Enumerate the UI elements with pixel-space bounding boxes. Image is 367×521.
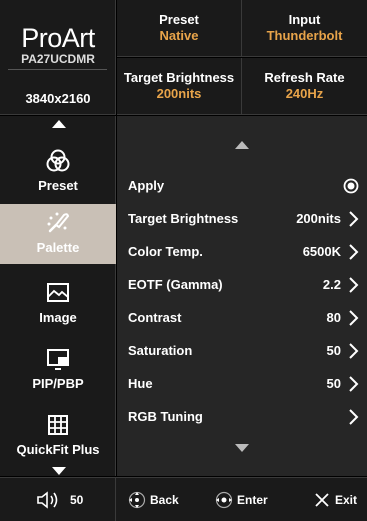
menu-item-color-temp[interactable]: Color Temp. 6500K: [117, 237, 367, 267]
brand-panel: ProArt PA27UCDMR 3840x2160: [0, 0, 116, 115]
menu-item-label: Contrast: [128, 310, 182, 325]
menu-item-label: Target Brightness: [128, 211, 239, 226]
pip-pbp-icon: [47, 349, 69, 370]
image-icon: [47, 283, 69, 302]
osd-menu: ProArt PA27UCDMR 3840x2160 Preset Native…: [0, 0, 367, 521]
volume-value: 50: [70, 493, 84, 507]
quickfit-grid-icon: [48, 415, 68, 435]
info-refresh-rate: Refresh Rate 240Hz: [242, 58, 367, 115]
sidebar-item-image[interactable]: Image: [0, 274, 116, 334]
info-label: Refresh Rate: [264, 70, 345, 85]
menu-item-label: EOTF (Gamma): [128, 277, 223, 292]
enter-label: Enter: [237, 493, 268, 507]
menu-item-value: 50: [326, 343, 341, 358]
info-input: Input Thunderbolt: [242, 0, 367, 57]
menu-item-value: 80: [326, 310, 341, 325]
scroll-down-icon[interactable]: [235, 444, 249, 452]
radio-selected-icon[interactable]: [343, 178, 359, 194]
menu-item-value: 50: [326, 376, 341, 391]
scroll-down-icon[interactable]: [52, 467, 66, 475]
chevron-right-icon: [349, 310, 359, 326]
chevron-right-icon: [349, 409, 359, 425]
chevron-right-icon: [349, 376, 359, 392]
menu-item-hue[interactable]: Hue 50: [117, 369, 367, 399]
model-name: PA27UCDMR: [21, 52, 95, 66]
menu-item-contrast[interactable]: Contrast 80: [117, 303, 367, 333]
joystick-enter-icon: [215, 491, 233, 509]
info-label: Input: [288, 12, 321, 27]
sidebar-item-label: Palette: [36, 240, 80, 255]
back-label: Back: [150, 493, 179, 507]
chevron-right-icon: [349, 343, 359, 359]
brand-logo: ProArt: [21, 23, 95, 53]
menu-item-value: 6500K: [302, 244, 341, 259]
enter-button[interactable]: Enter: [215, 491, 277, 509]
menu-item-label: Apply: [128, 178, 165, 193]
chevron-right-icon: [349, 211, 359, 227]
category-sidebar: Preset Palette Image PIP/PBP QuickFit Pl…: [0, 116, 116, 476]
menu-item-label: Color Temp.: [128, 244, 203, 259]
close-icon: [315, 493, 329, 507]
menu-item-eotf-gamma[interactable]: EOTF (Gamma) 2.2: [117, 270, 367, 300]
info-value: Native: [159, 28, 199, 43]
info-label: Preset: [159, 12, 199, 27]
palette-icon: [47, 212, 70, 233]
sidebar-item-label: Preset: [38, 178, 78, 193]
footer-bar: 50 Back Enter Exit: [0, 477, 367, 521]
sidebar-item-label: QuickFit Plus: [16, 442, 100, 457]
sidebar-item-label: Image: [39, 310, 77, 325]
sidebar-item-pip-pbp[interactable]: PIP/PBP: [0, 340, 116, 400]
divider: [8, 69, 107, 70]
exit-button[interactable]: Exit: [313, 491, 367, 509]
menu-item-label: RGB Tuning: [128, 409, 203, 424]
sidebar-item-preset[interactable]: Preset: [0, 142, 116, 202]
info-value: 200nits: [156, 86, 202, 101]
info-label: Target Brightness: [123, 70, 235, 85]
preset-circles-icon: [46, 149, 70, 172]
volume-control[interactable]: 50: [0, 478, 116, 521]
menu-item-value: 2.2: [322, 277, 341, 292]
chevron-right-icon: [349, 277, 359, 293]
resolution-readout: 3840x2160: [25, 91, 91, 106]
scroll-up-icon[interactable]: [235, 141, 249, 149]
menu-item-label: Saturation: [128, 343, 193, 358]
exit-label: Exit: [335, 493, 358, 507]
joystick-back-icon: [128, 491, 146, 509]
chevron-right-icon: [349, 244, 359, 260]
sidebar-item-palette[interactable]: Palette: [0, 204, 116, 264]
info-value: 240Hz: [285, 86, 324, 101]
info-preset: Preset Native: [117, 0, 242, 57]
menu-item-rgb-tuning[interactable]: RGB Tuning: [117, 402, 367, 432]
back-button[interactable]: Back: [128, 491, 190, 509]
menu-item-value: 200nits: [296, 211, 341, 226]
info-target-brightness: Target Brightness 200nits: [117, 58, 242, 115]
info-value: Thunderbolt: [266, 28, 343, 43]
sidebar-item-quickfit-plus[interactable]: QuickFit Plus: [0, 406, 116, 466]
menu-item-label: Hue: [128, 376, 153, 391]
menu-item-apply[interactable]: Apply: [117, 171, 367, 201]
scroll-up-icon[interactable]: [52, 120, 66, 128]
menu-item-target-brightness[interactable]: Target Brightness 200nits: [117, 204, 367, 234]
settings-menu: Apply Target Brightness 200nits Color Te…: [117, 116, 367, 476]
menu-item-saturation[interactable]: Saturation 50: [117, 336, 367, 366]
sidebar-item-label: PIP/PBP: [32, 376, 84, 391]
speaker-icon: [37, 491, 58, 509]
